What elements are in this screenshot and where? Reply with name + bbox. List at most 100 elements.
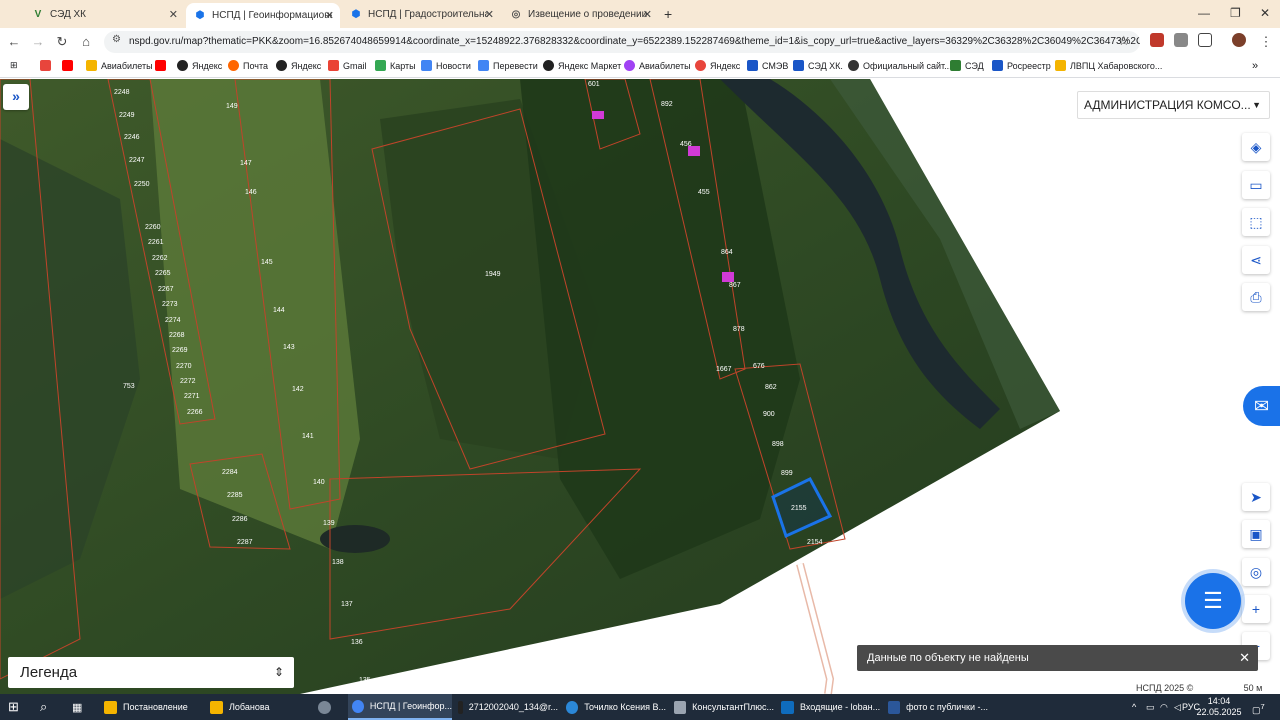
select-area-button[interactable]: ⬚: [1242, 208, 1270, 236]
taskbar-app[interactable]: Входящие - lobан...: [781, 694, 881, 720]
taskbar-app[interactable]: 2712002040_134@r...: [458, 694, 558, 720]
notification-toast: Данные по объекту не найдены ✕: [857, 645, 1258, 671]
taskbar-app[interactable]: КонсультантПлюс...: [674, 694, 774, 720]
bookmark-item[interactable]: [155, 60, 170, 71]
parcel-label: 2272: [180, 378, 196, 385]
share-button[interactable]: ⋖: [1242, 246, 1270, 274]
taskbar-app[interactable]: НСПД | Геоинфор...: [348, 694, 452, 720]
close-icon[interactable]: ✕: [1239, 645, 1250, 671]
geo-search-button[interactable]: ◎: [1242, 558, 1270, 586]
copyright: НСПД 2025 ©: [1136, 683, 1194, 693]
reload-icon[interactable]: ↻: [54, 34, 70, 50]
locate-button[interactable]: ➤: [1242, 483, 1270, 511]
parcel-label: 2284: [222, 469, 238, 476]
tab-sed-hk[interactable]: V СЭД ХК ✕: [24, 2, 184, 26]
network-icon[interactable]: ▭: [1146, 694, 1155, 720]
parcel-label: 2155: [791, 505, 807, 512]
bookmark-item[interactable]: Перевести: [478, 60, 538, 71]
yandex-icon: [177, 60, 188, 71]
home-icon[interactable]: ⌂: [78, 34, 94, 49]
close-tab-icon[interactable]: ✕: [169, 8, 178, 21]
extensions-puzzle-icon[interactable]: [1198, 33, 1212, 47]
building: [592, 111, 604, 119]
print-button[interactable]: ⎙: [1242, 283, 1270, 311]
assistant-button[interactable]: ✉: [1243, 386, 1280, 426]
apps-grid-icon[interactable]: ⊞: [10, 60, 18, 71]
bookmark-item[interactable]: [62, 60, 77, 71]
extension-icon[interactable]: [1150, 33, 1164, 47]
chevron-up-icon[interactable]: ^: [1132, 694, 1136, 720]
bookmark-item[interactable]: Яндекс Маркет: [543, 60, 621, 71]
chrome-menu-icon[interactable]: ⋮: [1258, 34, 1274, 50]
bookmark-item[interactable]: Авиабилеты: [624, 60, 691, 71]
bookmark-item[interactable]: Яндекс: [695, 60, 740, 71]
back-arrow-icon[interactable]: ←: [6, 34, 22, 49]
forward-arrow-icon[interactable]: →: [30, 34, 46, 49]
window-close-button[interactable]: ✕: [1260, 6, 1270, 20]
bookmark-item[interactable]: Новости: [421, 60, 471, 71]
watermark: циан: [950, 567, 1064, 616]
bookmark-item[interactable]: СМЭВ: [747, 60, 788, 71]
bookmark-item[interactable]: Почта: [228, 60, 268, 71]
address-bar[interactable]: nspd.gov.ru/map?thematic=PKK&zoom=16.852…: [104, 31, 1140, 53]
taskbar-app[interactable]: Постановление: [104, 694, 204, 720]
scale-bar: 50 м: [1232, 682, 1274, 694]
minimap-button[interactable]: ▣: [1242, 520, 1270, 548]
more-bookmarks-icon[interactable]: »: [1252, 60, 1258, 72]
taskbar-app[interactable]: Точилко Ксения В...: [566, 694, 666, 720]
extension-icon[interactable]: [1174, 33, 1188, 47]
close-tab-icon[interactable]: ✕: [325, 9, 334, 22]
bookmark-item[interactable]: СЭД ХК.: [793, 60, 843, 71]
message-bubble-button[interactable]: ☰: [1185, 573, 1241, 629]
tab-nspd-geo[interactable]: ⬢ НСПД | Геоинформационный ✕: [186, 3, 340, 28]
restore-button[interactable]: ❐: [1230, 6, 1241, 20]
search-icon[interactable]: ⌕: [40, 694, 47, 720]
bookmark-item[interactable]: Официальный сайт...: [848, 60, 952, 71]
system-clock[interactable]: 14:04 22.05.2025: [1196, 696, 1242, 718]
map-view[interactable]: 2248 2249 2246 2247 2250 2260 2261 2262 …: [0, 79, 1280, 694]
bookmark-item[interactable]: Карты: [375, 60, 416, 71]
layers-button[interactable]: ◈: [1242, 133, 1270, 161]
bookmark-item[interactable]: СЭД: [950, 60, 984, 71]
windows-start-icon[interactable]: ⊞: [8, 694, 19, 720]
zoom-in-button[interactable]: +: [1242, 595, 1270, 623]
parcel-label: 864: [721, 249, 733, 256]
legend-panel[interactable]: Легенда ⇕: [8, 657, 294, 688]
tab-auction-notice[interactable]: ◎ Извещение о проведении аук ✕: [502, 2, 658, 26]
bookmark-item[interactable]: Яндекс: [177, 60, 222, 71]
admin-region-select[interactable]: АДМИНИСТРАЦИЯ КОМСО... ▼: [1077, 91, 1270, 119]
map-footer: НСПД 2025 © 50 м: [1120, 682, 1280, 694]
minimize-button[interactable]: —: [1198, 6, 1210, 20]
volume-icon[interactable]: ◁: [1174, 694, 1181, 720]
taskbar-app[interactable]: Лобанова: [210, 694, 310, 720]
bookmark-item[interactable]: Росреестр: [992, 60, 1051, 71]
parcel-label: 137: [341, 601, 353, 608]
taskbar-app[interactable]: [318, 694, 344, 720]
tab-nspd-grad[interactable]: ⬢ НСПД | Градостроительная пр ✕: [342, 2, 500, 26]
satellite-map[interactable]: 2248 2249 2246 2247 2250 2260 2261 2262 …: [0, 79, 1280, 694]
geo-search-icon: ◎: [1249, 564, 1263, 580]
bookmark-star-icon[interactable]: ☆: [1118, 33, 1130, 49]
site-info-icon[interactable]: ⚙: [112, 34, 121, 45]
ruler-button[interactable]: ▭: [1242, 171, 1270, 199]
bookmark-item[interactable]: [40, 60, 55, 71]
parcel-label: 899: [781, 470, 793, 477]
close-tab-icon[interactable]: ✕: [643, 8, 652, 21]
profile-avatar[interactable]: [1232, 33, 1246, 47]
notifications-icon[interactable]: ▢7: [1252, 694, 1265, 720]
bookmark-item[interactable]: Gmail: [328, 60, 367, 71]
expand-panel-icon[interactable]: »: [3, 84, 29, 110]
bookmark-item[interactable]: Яндекс: [276, 60, 321, 71]
bookmark-favicon-icon: [624, 60, 635, 71]
bookmark-item[interactable]: ЛВПЦ Хабаровского...: [1055, 60, 1162, 71]
parcel-label: 2286: [232, 516, 248, 523]
expand-collapse-icon[interactable]: ⇕: [274, 657, 284, 688]
task-view-icon[interactable]: ▦: [72, 694, 82, 720]
taskbar-app[interactable]: фото с публички -...: [888, 694, 988, 720]
new-tab-button[interactable]: +: [664, 6, 672, 22]
wifi-icon[interactable]: ◠: [1160, 694, 1168, 720]
close-tab-icon[interactable]: ✕: [485, 8, 494, 21]
bookmark-item[interactable]: Авиабилеты: [86, 60, 153, 71]
parcel-label: 2248: [114, 89, 130, 96]
parcel-label: 2250: [134, 181, 150, 188]
